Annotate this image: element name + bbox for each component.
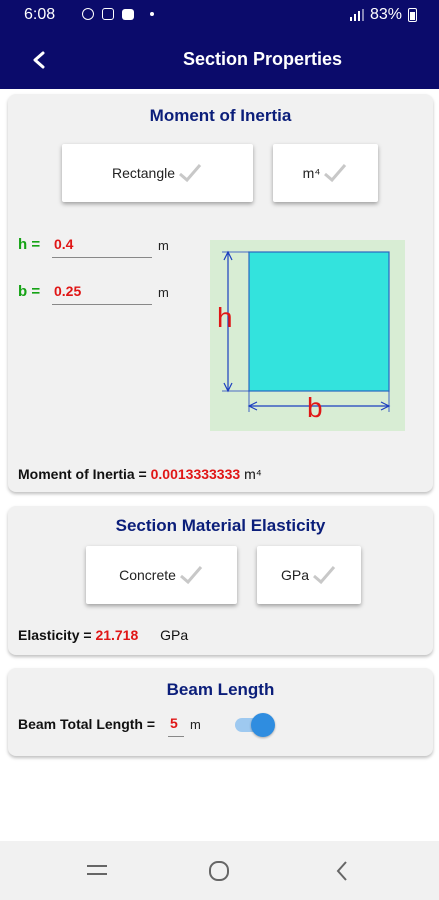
moment-result-label: Moment of Inertia = xyxy=(18,466,147,482)
check-icon xyxy=(179,164,202,183)
dot-icon xyxy=(150,12,154,16)
toggle-thumb xyxy=(251,713,275,737)
elasticity-unit-button[interactable]: GPa xyxy=(257,546,361,604)
menu-icon[interactable] xyxy=(86,861,108,879)
moment-result-value: 0.0013333333 xyxy=(150,466,241,482)
check-icon xyxy=(179,566,203,585)
moment-result-unit: m⁴ xyxy=(244,466,262,482)
moment-title: Moment of Inertia xyxy=(149,106,292,125)
home-icon[interactable] xyxy=(208,860,230,882)
elasticity-result-value: 21.718 xyxy=(95,627,139,643)
back-nav-icon[interactable] xyxy=(334,860,350,882)
battery-icon xyxy=(408,8,417,22)
beam-length-input[interactable]: 5 xyxy=(168,715,184,737)
notification-icon xyxy=(82,8,94,20)
status-time: 6:08 xyxy=(24,6,56,23)
material-title: Section Material Elasticity xyxy=(115,516,326,535)
beam-title: Beam Length xyxy=(166,680,275,699)
beam-toggle[interactable] xyxy=(235,713,275,737)
battery-percent: 83% xyxy=(369,6,402,23)
status-right: 83% xyxy=(349,6,417,24)
material-label: Concrete xyxy=(119,567,176,583)
check-icon xyxy=(324,164,347,183)
beam-length-unit: m xyxy=(190,717,201,732)
beam-length-label: Beam Total Length = xyxy=(18,716,156,732)
shape-select-button[interactable]: Rectangle xyxy=(62,144,253,202)
diagram-b-label: b xyxy=(307,392,323,423)
diagram-h-label: h xyxy=(217,302,233,333)
elasticity-unit-label: GPa xyxy=(280,567,309,583)
h-unit: m xyxy=(158,238,169,253)
inertia-unit-label: m⁴ xyxy=(302,165,321,181)
inertia-unit-button[interactable]: m⁴ xyxy=(273,144,378,202)
section-diagram: h b xyxy=(210,240,405,431)
check-icon xyxy=(313,566,336,585)
b-unit: m xyxy=(158,285,169,300)
app-bar: Section Properties xyxy=(0,31,439,89)
status-bar: 6:08 83% xyxy=(0,0,439,31)
notification-icon xyxy=(122,8,134,20)
beam-card: Beam Length xyxy=(8,668,433,756)
elasticity-result-unit: GPa xyxy=(160,627,189,643)
system-nav-bar xyxy=(0,841,439,900)
elasticity-result-label: Elasticity = xyxy=(18,627,92,643)
b-label: b = xyxy=(18,283,41,300)
b-input[interactable]: 0.25 xyxy=(52,283,152,305)
moment-result: Moment of Inertia = 0.0013333333 m⁴ xyxy=(18,466,262,482)
elasticity-result: Elasticity = 21.718 GPa xyxy=(18,627,188,643)
page-title: Section Properties xyxy=(182,49,343,69)
material-select-button[interactable]: Concrete xyxy=(86,546,237,604)
signal-icon xyxy=(349,9,364,21)
h-label: h = xyxy=(18,236,41,253)
notification-icon xyxy=(102,8,114,20)
h-input[interactable]: 0.4 xyxy=(52,236,152,258)
shape-label: Rectangle xyxy=(111,165,176,181)
notification-icons xyxy=(82,8,154,20)
